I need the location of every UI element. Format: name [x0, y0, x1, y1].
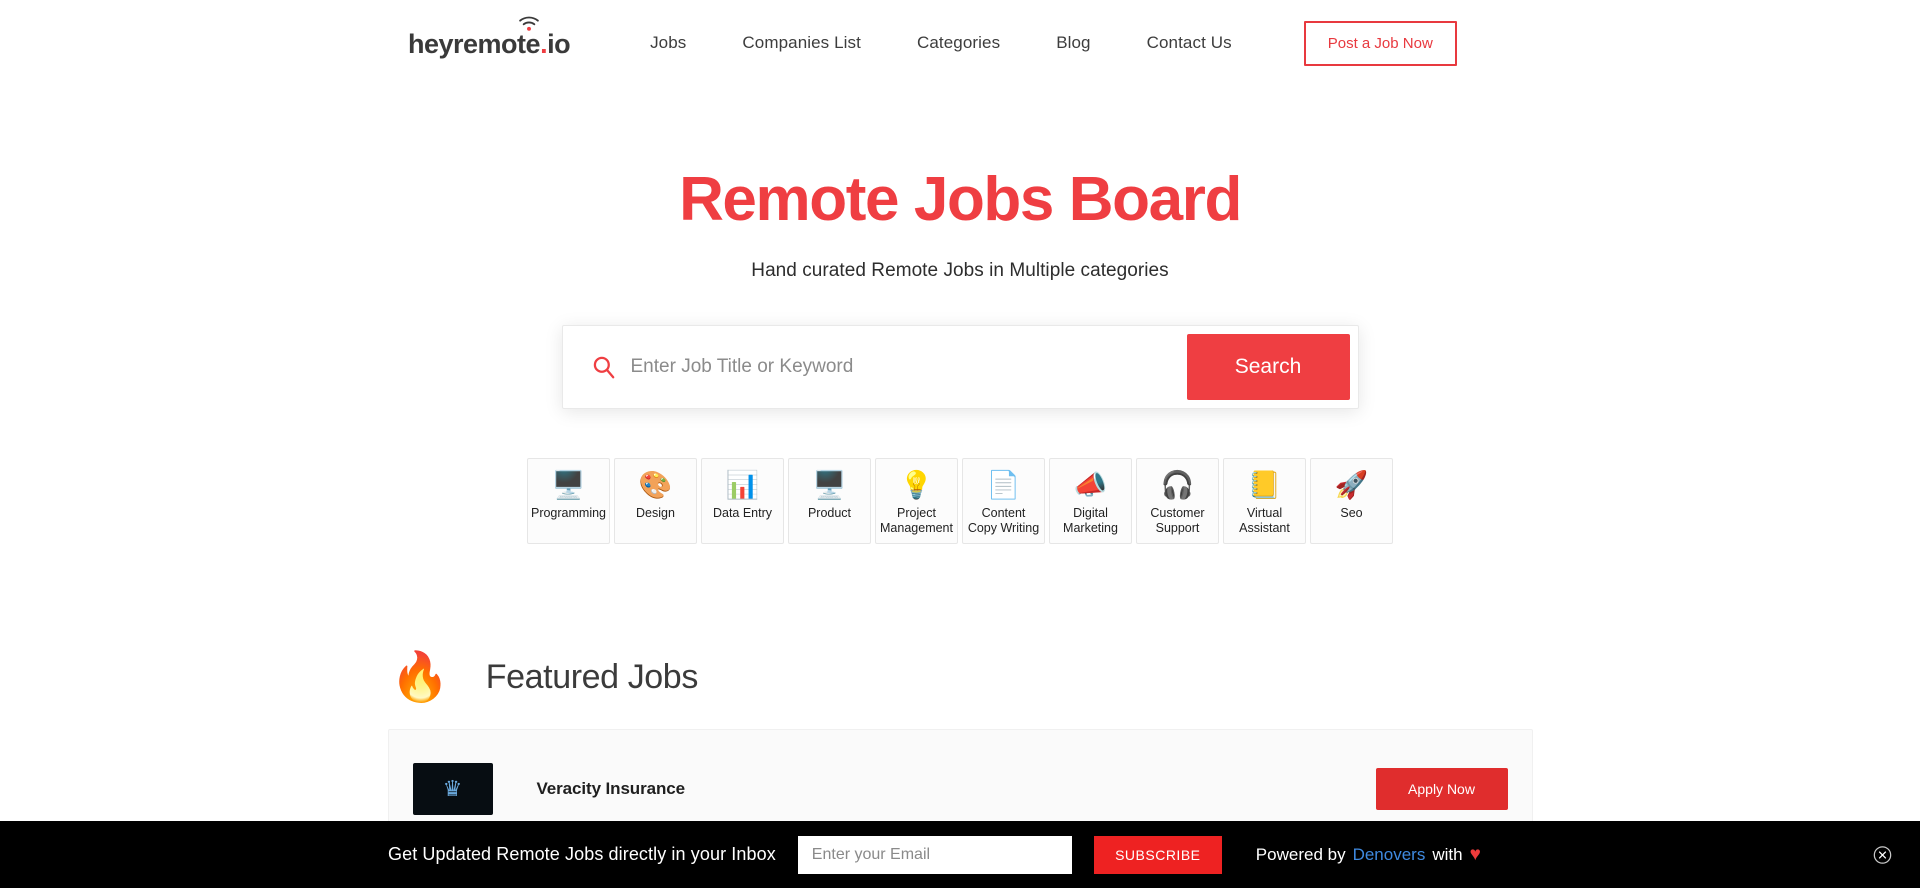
category-item-project-management[interactable]: 💡 Project Management — [875, 458, 958, 544]
job-company-name: Veracity Insurance — [536, 778, 686, 798]
logo-text-tld: io — [547, 28, 571, 59]
powered-by-prefix: Powered by — [1255, 844, 1346, 864]
category-item-virtual-assistant[interactable]: 📒 Virtual Assistant — [1223, 458, 1306, 544]
site-header: heyremote.io Jobs Companies List Categor… — [0, 0, 1920, 86]
hero-section: Remote Jobs Board Hand curated Remote Jo… — [0, 86, 1920, 544]
programming-icon: 🖥️ — [551, 469, 586, 500]
category-label: Digital Marketing — [1063, 506, 1118, 535]
category-item-digital-marketing[interactable]: 📣 Digital Marketing — [1049, 458, 1132, 544]
category-item-data-entry[interactable]: 📊 Data Entry — [701, 458, 784, 544]
category-item-programming[interactable]: 🖥️ Programming — [527, 458, 610, 544]
logo-text-main: heyremote — [408, 28, 541, 59]
customer-support-icon: 🎧 — [1160, 469, 1195, 500]
category-item-content-copy-writing[interactable]: 📄 Content Copy Writing — [962, 458, 1045, 544]
fire-icon: 🔥 — [390, 650, 450, 704]
search-button[interactable]: Search — [1186, 334, 1350, 401]
email-input[interactable] — [797, 835, 1072, 874]
close-icon[interactable] — [1873, 845, 1892, 864]
job-info: Veracity Insurance — [537, 779, 1376, 799]
post-a-job-button[interactable]: Post a Job Now — [1303, 20, 1457, 66]
category-item-seo[interactable]: 🚀 Seo — [1310, 458, 1393, 544]
product-icon: 🖥️ — [812, 469, 847, 500]
page-title: Remote Jobs Board — [679, 165, 1242, 234]
site-logo[interactable]: heyremote.io — [408, 16, 571, 59]
subscribe-text: Get Updated Remote Jobs directly in your… — [388, 844, 776, 864]
search-bar: Search — [561, 325, 1359, 410]
project-management-icon: 💡 — [899, 469, 934, 500]
category-label: Virtual Assistant — [1239, 506, 1290, 535]
featured-jobs-header: 🔥 Featured Jobs — [0, 650, 1920, 704]
digital-marketing-icon: 📣 — [1073, 469, 1108, 500]
company-logo: ♛ — [412, 762, 493, 815]
nav-item-blog[interactable]: Blog — [1028, 33, 1118, 53]
category-label: Seo — [1340, 506, 1363, 521]
powered-by-suffix: with — [1432, 844, 1463, 864]
heart-icon: ♥ — [1469, 844, 1481, 865]
category-list: 🖥️ Programming 🎨 Design 📊 Data Entry 🖥️ … — [0, 458, 1920, 544]
crown-icon: ♛ — [442, 775, 463, 801]
category-item-design[interactable]: 🎨 Design — [614, 458, 697, 544]
category-label: Content Copy Writing — [967, 506, 1040, 535]
search-input[interactable] — [630, 326, 1187, 409]
category-label: Product — [807, 506, 852, 521]
apply-now-button[interactable]: Apply Now — [1375, 767, 1508, 810]
category-label: Project Management — [880, 506, 953, 535]
content-copy-writing-icon: 📄 — [986, 469, 1021, 500]
powered-by: Powered by Denovers with ♥ — [1256, 845, 1481, 865]
nav-item-contact-us[interactable]: Contact Us — [1119, 33, 1260, 53]
denovers-link[interactable]: Denovers — [1353, 845, 1426, 865]
design-icon: 🎨 — [638, 469, 673, 500]
category-label: Design — [636, 506, 675, 521]
hero-subtitle: Hand curated Remote Jobs in Multiple cat… — [751, 260, 1169, 282]
subscribe-bar: Get Updated Remote Jobs directly in your… — [0, 821, 1920, 888]
category-label: Data Entry — [712, 506, 773, 521]
wifi-icon — [519, 16, 539, 31]
category-item-customer-support[interactable]: 🎧 Customer Support — [1136, 458, 1219, 544]
nav-item-categories[interactable]: Categories — [889, 33, 1028, 53]
category-label: Customer Support — [1150, 506, 1205, 535]
virtual-assistant-icon: 📒 — [1247, 469, 1282, 500]
subscribe-button[interactable]: SUBSCRIBE — [1093, 835, 1222, 874]
seo-icon: 🚀 — [1334, 469, 1369, 500]
search-icon — [593, 356, 614, 379]
category-item-product[interactable]: 🖥️ Product — [788, 458, 871, 544]
category-label: Programming — [530, 506, 607, 521]
main-nav: Jobs Companies List Categories Blog Cont… — [622, 33, 1260, 53]
data-entry-icon: 📊 — [725, 469, 760, 500]
nav-item-jobs[interactable]: Jobs — [622, 33, 714, 53]
nav-item-companies-list[interactable]: Companies List — [714, 33, 889, 53]
featured-jobs-title: Featured Jobs — [485, 658, 699, 697]
